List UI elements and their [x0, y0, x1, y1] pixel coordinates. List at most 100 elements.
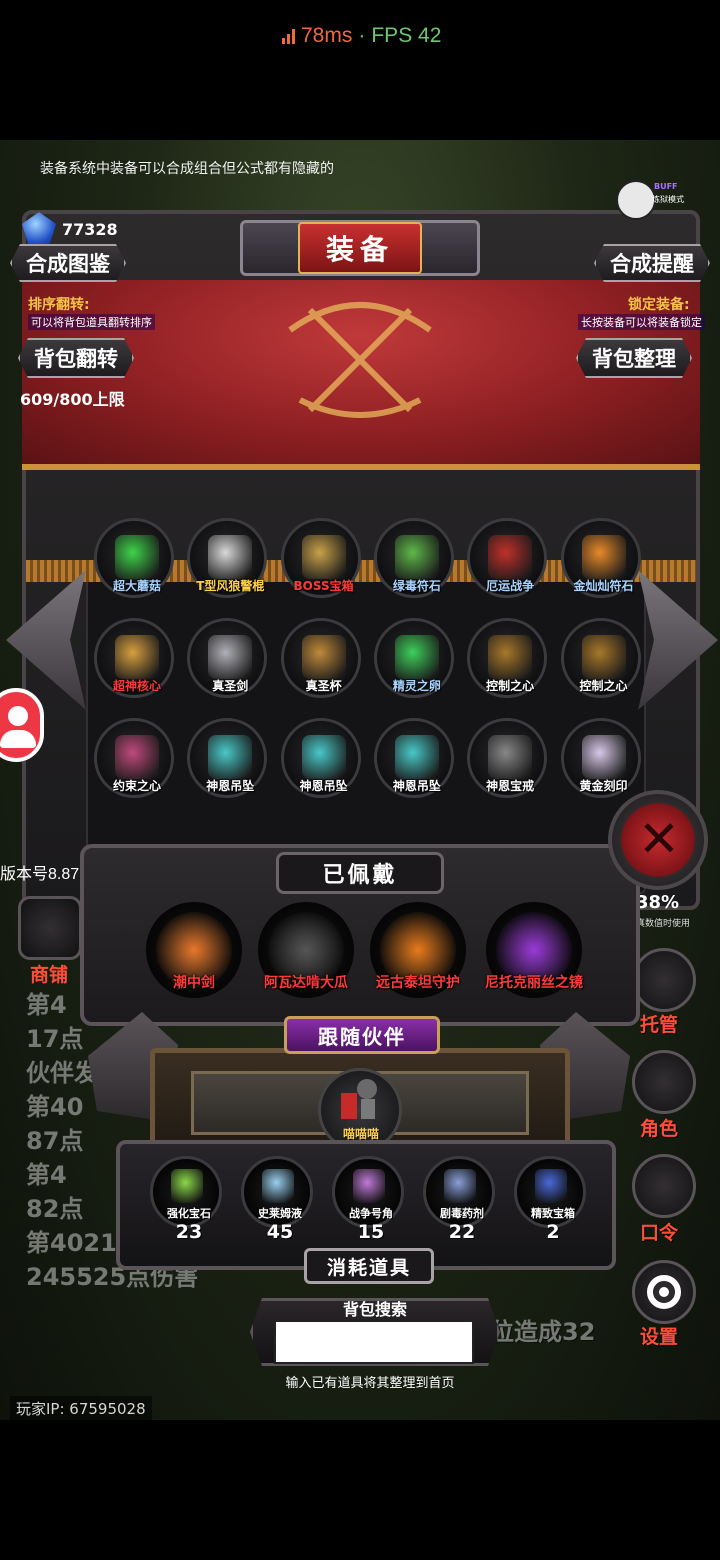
consumable-icon [262, 1169, 294, 1203]
item-icon [208, 635, 253, 679]
lock-hint-title: 锁定装备: [628, 297, 690, 313]
right-badge-sub: 真数值时使用 [636, 919, 691, 929]
signal-icon [282, 28, 295, 44]
consumable-quantity: 22 [448, 1221, 476, 1243]
bag-slot[interactable]: 精灵之卵 [373, 618, 454, 698]
consumable-label: 战争号角 [349, 1207, 393, 1220]
item-icon [488, 635, 533, 679]
auto-label: 托管 [640, 1014, 679, 1036]
consumable-slot[interactable]: 战争号角 15 [332, 1156, 404, 1243]
bag-slot[interactable]: 神恩宝戒 [467, 718, 548, 798]
bag-item-label: 精灵之卵 [392, 679, 441, 693]
equipped-slot[interactable]: 尼托克丽丝之镜 [485, 902, 583, 998]
settings-button[interactable] [632, 1260, 696, 1324]
bag-slot[interactable]: 真圣剑 [187, 618, 268, 698]
fps-text: FPS 42 [371, 24, 442, 47]
search-label: 背包搜索 [342, 1300, 407, 1319]
bag-slot[interactable]: 神恩吊坠 [373, 718, 454, 798]
bag-slot[interactable]: 真圣杯 [280, 618, 361, 698]
character-button[interactable] [632, 1050, 696, 1114]
bag-slot[interactable]: 神恩吊坠 [280, 718, 361, 798]
bag-item-label: 真圣杯 [305, 679, 342, 693]
buff-mode-badge[interactable]: BUFF 炼狱模式 [616, 180, 686, 224]
partner-title: 跟随伙伴 [284, 1016, 440, 1054]
item-icon [394, 635, 439, 679]
code-button[interactable] [632, 1154, 696, 1218]
bag-slot[interactable]: 约束之心 [94, 718, 174, 798]
tip-text: 装备系统中装备可以合成组合但公式都有隐藏的 [40, 160, 334, 176]
crossed-swords-crest-icon [288, 302, 432, 418]
close-button[interactable]: ✕ [608, 790, 708, 890]
user-icon-body [0, 730, 36, 748]
bag-item-label: 神恩宝戒 [486, 779, 535, 793]
reminder-button[interactable]: 合成提醒 [594, 244, 710, 282]
bag-slot[interactable]: 金灿灿符石 [560, 518, 641, 598]
buff-label: BUFF [654, 182, 678, 191]
bottom-bar [0, 1420, 720, 1560]
bag-slot[interactable]: BOSS宝箱 [280, 518, 361, 598]
item-icon [301, 635, 346, 679]
consumable-quantity: 2 [546, 1221, 560, 1243]
consumable-label: 精致宝箱 [531, 1207, 575, 1220]
character-label: 角色 [640, 1118, 679, 1140]
consumable-slot[interactable]: 剧毒药剂 22 [423, 1156, 495, 1243]
consumable-label: 剧毒药剂 [440, 1207, 484, 1220]
bag-item-label: 约束之心 [112, 779, 161, 793]
consumable-slot[interactable]: 史莱姆液 45 [241, 1156, 313, 1243]
consumable-label: 强化宝石 [167, 1207, 211, 1220]
bag-item-label: 神恩吊坠 [299, 779, 348, 793]
item-icon [394, 535, 439, 579]
code-label: 口令 [640, 1222, 679, 1244]
consumable-quantity: 45 [266, 1221, 294, 1243]
bag-item-label: 真圣剑 [212, 679, 249, 693]
bag-item-label: T型风狼警棍 [196, 579, 265, 593]
shop-button[interactable] [18, 896, 82, 960]
equipped-slot[interactable]: 远古泰坦守护 [370, 902, 466, 998]
window-title: 装备 [240, 220, 480, 276]
auto-button[interactable] [632, 948, 696, 1012]
search-input[interactable] [274, 1320, 474, 1364]
user-avatar-button[interactable] [0, 688, 44, 762]
bag-slot[interactable]: 黄金刻印 [560, 718, 641, 798]
mode-label: 炼狱模式 [652, 195, 684, 204]
bag-item-label: 控制之心 [486, 679, 535, 693]
log-tail: 位造成32 [490, 1318, 596, 1346]
gear-icon [647, 1275, 681, 1309]
dragon-logo-icon [616, 180, 656, 220]
cat-warrior-icon [341, 1079, 377, 1119]
item-icon [208, 735, 253, 779]
equipped-slot[interactable]: 阿瓦达啃大瓜 [258, 902, 354, 998]
lock-hint-sub: 长按装备可以将装备锁定 [578, 314, 705, 330]
user-icon [8, 706, 28, 726]
bag-slot[interactable]: 绿毒符石 [373, 518, 454, 598]
ping-text: 78ms [301, 24, 353, 47]
gem-amount: 77328 [62, 219, 118, 239]
status-bar: 78ms · FPS 42 [0, 0, 720, 140]
equipped-slot[interactable]: 潮中剑 [146, 902, 242, 998]
equipped-item-label: 尼托克丽丝之镜 [485, 975, 583, 991]
bag-item-label: 黄金刻印 [579, 779, 628, 793]
bag-flip-button[interactable]: 背包翻转 [18, 338, 134, 378]
bag-item-label: 金灿灿符石 [573, 579, 634, 593]
bag-slot[interactable]: 超大蘑菇 [94, 518, 174, 598]
bag-slot[interactable]: T型风狼警棍 [187, 518, 268, 598]
bag-slot[interactable]: 超神核心 [94, 618, 174, 698]
bag-slot[interactable]: 控制之心 [560, 618, 641, 698]
consumable-slot[interactable]: 强化宝石 23 [150, 1156, 222, 1243]
gem-counter: 77328 [22, 212, 118, 246]
bag-slot[interactable]: 厄运战争 [467, 518, 548, 598]
right-badge-number: 38% [636, 892, 680, 913]
consumable-slot[interactable]: 精致宝箱 2 [514, 1156, 586, 1243]
bag-capacity: 609/800上限 [20, 390, 125, 409]
bag-slot[interactable]: 控制之心 [467, 618, 548, 698]
bag-item-label: 超大蘑菇 [112, 579, 161, 593]
consumable-quantity: 23 [175, 1221, 203, 1243]
version-text: 版本号8.87 [0, 866, 80, 883]
bag-sort-button[interactable]: 背包整理 [576, 338, 692, 378]
gem-icon [22, 212, 56, 246]
bag-item-label: 控制之心 [579, 679, 628, 693]
bag-slot[interactable]: 神恩吊坠 [187, 718, 268, 798]
recipes-button[interactable]: 合成图鉴 [10, 244, 126, 282]
search-hint: 输入已有道具将其整理到首页 [285, 1376, 455, 1391]
close-icon: ✕ [638, 810, 680, 868]
